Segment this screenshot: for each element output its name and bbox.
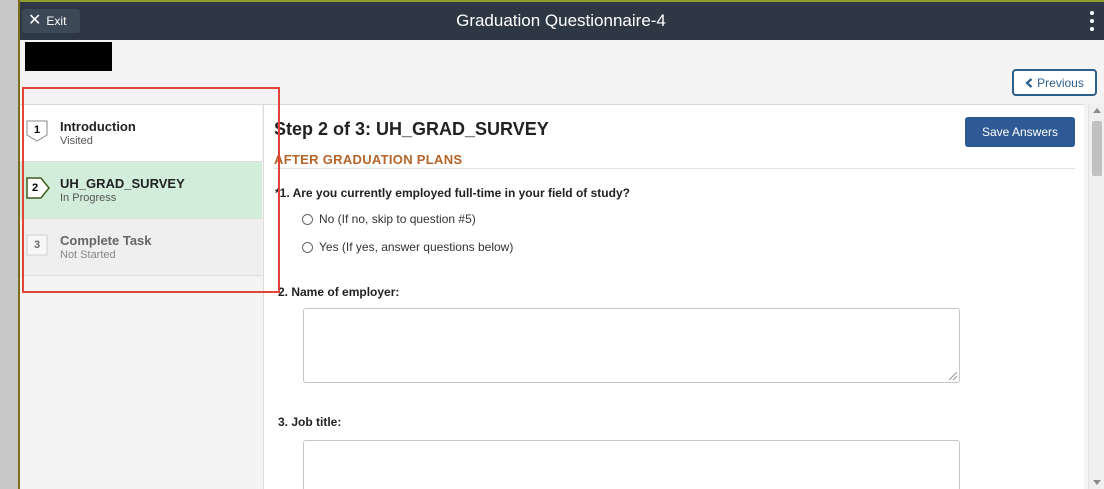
radio-label: No (If no, skip to question #5) — [319, 212, 476, 226]
question-2: 2. Name of employer: — [278, 285, 400, 299]
more-options-icon[interactable] — [1086, 8, 1098, 34]
job-title-field[interactable] — [303, 440, 960, 489]
title-bar: ✕ Exit Graduation Questionnaire-4 — [18, 0, 1104, 40]
page-title: Graduation Questionnaire-4 — [456, 11, 666, 30]
section-divider — [274, 168, 1075, 169]
desktop-edge — [0, 0, 18, 489]
previous-button[interactable]: Previous — [1012, 69, 1097, 96]
step-status: In Progress — [60, 192, 117, 204]
scroll-down-icon[interactable] — [1093, 480, 1101, 485]
step-complete-task[interactable]: 3 Complete Task Not Started — [20, 219, 262, 276]
step-title: Complete Task — [60, 233, 152, 248]
step-title: UH_GRAD_SURVEY — [60, 176, 185, 191]
step-status: Visited — [60, 135, 93, 147]
resize-handle-icon[interactable] — [949, 372, 957, 380]
radio-label: Yes (If yes, answer questions below) — [319, 240, 514, 254]
vertical-scrollbar[interactable] — [1088, 104, 1104, 489]
app-window: ✕ Exit Graduation Questionnaire-4 Previo… — [18, 0, 1104, 489]
step-heading: Step 2 of 3: UH_GRAD_SURVEY — [274, 119, 549, 139]
radio-option-no[interactable]: No (If no, skip to question #5) — [302, 212, 476, 226]
window-frame — [18, 0, 20, 489]
employer-name-field[interactable] — [303, 308, 960, 383]
radio-circle[interactable] — [302, 213, 313, 225]
step-number-badge: 3 — [26, 234, 48, 256]
step-number-badge: 1 — [26, 120, 48, 142]
scroll-thumb[interactable] — [1092, 121, 1102, 176]
step-sidebar: 1 Introduction Visited 2 UH_GRAD_SURVEY … — [20, 105, 264, 489]
question-1: *1. Are you currently employed full-time… — [275, 186, 630, 200]
step-number-badge: 2 — [26, 177, 50, 199]
step-introduction[interactable]: 1 Introduction Visited — [20, 105, 262, 162]
save-answers-button[interactable]: Save Answers — [965, 117, 1075, 147]
radio-option-yes[interactable]: Yes (If yes, answer questions below) — [302, 240, 513, 254]
question-3: 3. Job title: — [278, 415, 342, 429]
radio-circle[interactable] — [302, 241, 313, 253]
scroll-up-icon[interactable] — [1093, 108, 1101, 113]
step-title: Introduction — [60, 119, 136, 134]
section-title: AFTER GRADUATION PLANS — [274, 152, 463, 167]
chevron-left-icon — [1025, 77, 1033, 88]
redacted-block — [25, 42, 112, 71]
step-uh-grad-survey[interactable]: 2 UH_GRAD_SURVEY In Progress — [20, 162, 262, 219]
previous-label: Previous — [1037, 75, 1084, 90]
step-status: Not Started — [60, 249, 116, 261]
survey-content: Step 2 of 3: UH_GRAD_SURVEY Save Answers… — [264, 105, 1084, 489]
